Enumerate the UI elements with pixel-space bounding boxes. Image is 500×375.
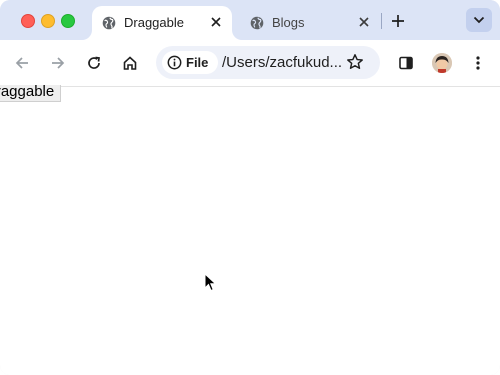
forward-button[interactable] xyxy=(48,53,68,73)
tab-separator xyxy=(381,13,382,29)
reload-icon xyxy=(88,56,100,69)
plus-icon xyxy=(392,15,404,27)
arrow-left-icon xyxy=(15,57,28,69)
chevron-down-icon xyxy=(473,16,485,24)
reload-button[interactable] xyxy=(84,53,104,73)
back-button[interactable] xyxy=(12,53,32,73)
globe-icon xyxy=(250,16,264,30)
side-panel-button[interactable] xyxy=(396,53,416,73)
site-chip-label: File xyxy=(186,55,209,70)
draggable-element[interactable]: Draggable xyxy=(0,84,62,102)
page-content: Draggable xyxy=(0,84,500,375)
side-panel-icon xyxy=(399,56,413,70)
home-button[interactable] xyxy=(120,53,140,73)
toolbar: File /Users/zacfukud... xyxy=(0,40,500,87)
menu-button[interactable] xyxy=(468,53,488,73)
tab-title: Blogs xyxy=(272,15,305,30)
tab-search-button[interactable] xyxy=(466,8,492,32)
minimize-window-button[interactable] xyxy=(41,14,55,28)
bookmark-star-icon[interactable] xyxy=(344,51,366,73)
url-text[interactable]: /Users/zacfukud... xyxy=(222,54,356,71)
site-info-chip[interactable]: File xyxy=(162,51,218,74)
tab-draggable[interactable]: Draggable xyxy=(92,6,232,40)
tab-title: Draggable xyxy=(124,15,184,30)
globe-icon xyxy=(102,16,116,30)
arrow-right-icon xyxy=(52,57,65,69)
info-icon xyxy=(167,55,182,70)
browser-window: Draggable Blogs File /Users/zacfukud... … xyxy=(0,0,500,375)
close-window-button[interactable] xyxy=(21,14,35,28)
close-icon[interactable] xyxy=(208,14,224,30)
profile-avatar[interactable] xyxy=(432,53,452,73)
home-icon xyxy=(123,56,137,70)
tab-blogs[interactable]: Blogs xyxy=(240,6,380,40)
more-vert-icon xyxy=(476,56,480,70)
close-icon[interactable] xyxy=(356,14,372,30)
new-tab-button[interactable] xyxy=(389,12,407,30)
tab-strip: Draggable Blogs xyxy=(0,0,500,40)
mouse-pointer-icon xyxy=(204,273,217,292)
maximize-window-button[interactable] xyxy=(61,14,75,28)
